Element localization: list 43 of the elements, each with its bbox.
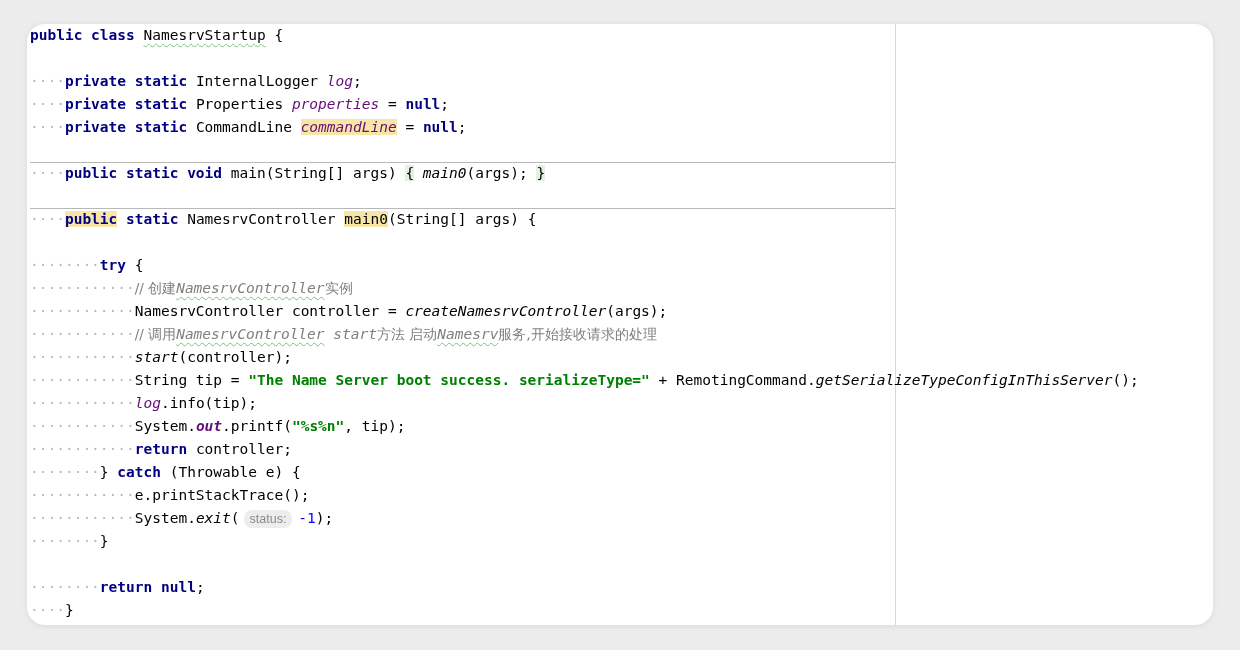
whitespace-dots: ············ — [30, 302, 135, 321]
whitespace-dots: ···· — [30, 95, 65, 114]
code-line: System.exit( — [134, 509, 240, 528]
code-line: return null; — [99, 578, 205, 597]
whitespace-dots: ············ — [30, 371, 135, 390]
whitespace-dots: ········ — [30, 463, 100, 482]
code-line: } — [64, 601, 74, 620]
whitespace-dots: ············ — [30, 279, 135, 298]
code-line: start(controller); — [134, 348, 292, 367]
code-line: log.info(tip); — [134, 394, 257, 413]
code-line: e.printStackTrace(); — [134, 486, 310, 505]
whitespace-dots: ···· — [30, 118, 65, 137]
whitespace-dots: ············ — [30, 325, 135, 344]
whitespace-dots: ············ — [30, 417, 135, 436]
code-line: public static void main(String[] args) { main0(args); } — [64, 164, 546, 183]
code-line: public class NamesrvStartup { — [30, 26, 284, 45]
whitespace-dots: ············ — [30, 394, 135, 413]
code-line: // 创建NamesrvController实例 — [134, 279, 353, 298]
whitespace-dots: ········ — [30, 578, 100, 597]
code-line: NamesrvController controller = createNamesrvController(args); — [134, 302, 668, 321]
whitespace-dots: ···· — [30, 72, 65, 91]
code-line: } catch (Throwable e) { — [99, 463, 301, 482]
whitespace-dots: ············ — [30, 509, 135, 528]
whitespace-dots: ············ — [30, 348, 135, 367]
code-line: // 调用NamesrvController start方法 启动Namesrv服务,开始接收请求的处理 — [134, 325, 657, 344]
whitespace-dots: ···· — [30, 210, 65, 229]
code-line: private static Properties properties = null; — [64, 95, 450, 114]
code-line: } — [99, 532, 109, 551]
code-line: try { — [99, 256, 144, 275]
whitespace-dots: ···· — [30, 164, 65, 183]
code-line: return controller; — [134, 440, 292, 459]
whitespace-dots: ···· — [30, 601, 65, 620]
code-line: private static InternalLogger log; — [64, 72, 362, 91]
code-line: System.out.printf("%s%n", tip); — [134, 417, 406, 436]
whitespace-dots: ············ — [30, 440, 135, 459]
whitespace-dots: ········ — [30, 256, 100, 275]
code-line: public static NamesrvController main0(String[] args) { — [64, 210, 537, 229]
code-line: -1); — [298, 509, 334, 528]
parameter-hint: status: — [243, 509, 293, 528]
code-line: String tip = "The Name Server boot success. serializeType=" + RemotingCommand.getSerializeTypeConfigInThisServer(); — [134, 371, 1139, 390]
whitespace-dots: ············ — [30, 486, 135, 505]
whitespace-dots: ········ — [30, 532, 100, 551]
code-line: private static CommandLine commandLine = null; — [64, 118, 467, 137]
